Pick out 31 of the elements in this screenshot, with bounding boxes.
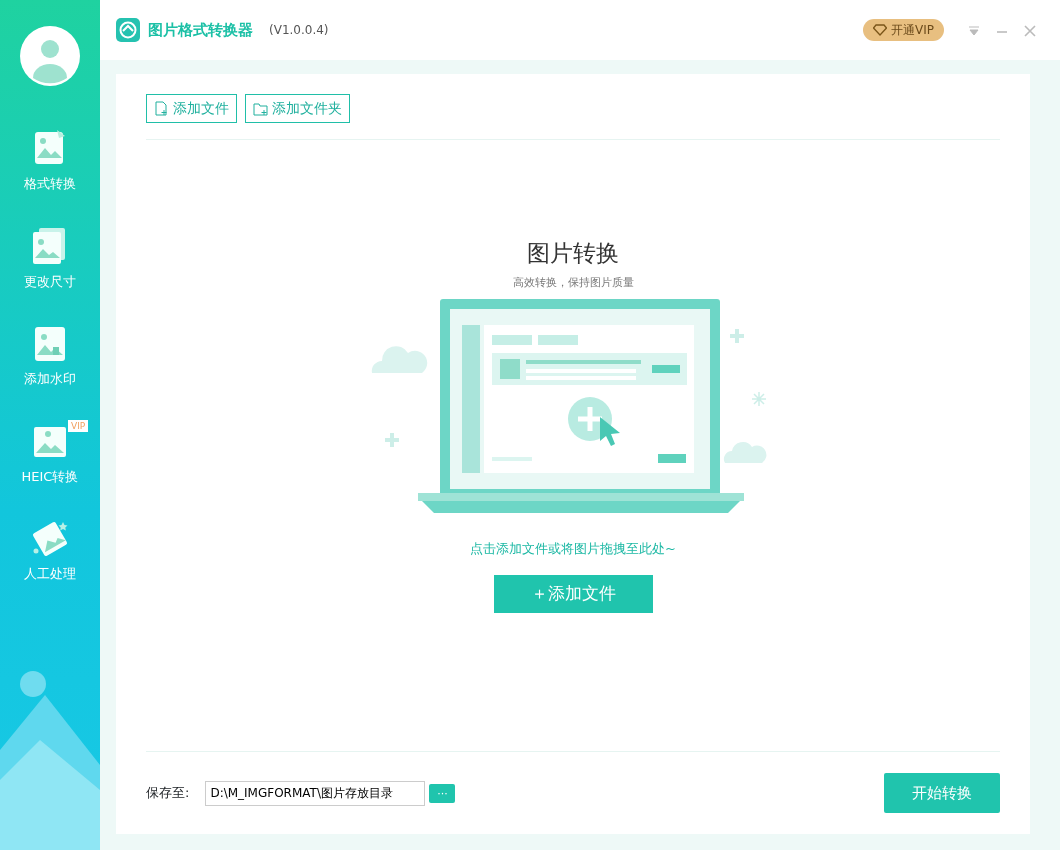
diamond-icon (873, 24, 887, 36)
version-text: (V1.0.0.4) (269, 22, 329, 39)
logo-icon (116, 18, 140, 42)
add-folder-button[interactable]: 添加文件夹 (245, 94, 350, 123)
sidebar-item[interactable]: 更改尺寸 (0, 227, 100, 291)
add-file-button[interactable]: ＋添加文件 (493, 574, 653, 613)
hint-text: 点击添加文件或将图片拖拽至此处~ (470, 540, 676, 558)
file-add-icon (154, 101, 169, 116)
drop-zone-title: 图片转换 (527, 239, 619, 268)
avatar-icon[interactable] (20, 26, 80, 86)
sidebar-label: HEIC转换 (21, 468, 79, 484)
app-title: 图片格式转换器 (148, 19, 253, 41)
path-field[interactable]: D:\M_IMGFORMAT\图片存放目录 (205, 780, 426, 806)
close-icon (1024, 24, 1036, 37)
start-button[interactable]: 开始转换 (884, 773, 1000, 813)
dropdown-icon (968, 25, 980, 36)
sidebar-label: 更改尺寸 (24, 273, 76, 289)
folder-add-icon (253, 101, 268, 116)
save-label: 保存至: (146, 784, 190, 803)
sidebar-label: 添加水印 (24, 371, 76, 386)
sidebar-item[interactable]: 添加水印 (0, 325, 100, 389)
browse-button[interactable]: ··· (429, 783, 456, 803)
sidebar-item[interactable]: 人工处理 (0, 520, 100, 584)
vip-button[interactable]: 开通VIP (863, 19, 944, 41)
sidebar-label: 格式转换 (24, 176, 76, 191)
sidebar-item[interactable]: VIP HEIC转换 (0, 422, 100, 486)
sidebar-item[interactable]: 格式转换 (0, 130, 100, 194)
sidebar-label: 人工处理 (24, 566, 76, 581)
drop-zone-subtitle: 高效转换，保持图片质量 (512, 274, 634, 291)
add-file-button[interactable]: 添加文件 (146, 94, 237, 123)
vip-badge: VIP (68, 419, 89, 432)
